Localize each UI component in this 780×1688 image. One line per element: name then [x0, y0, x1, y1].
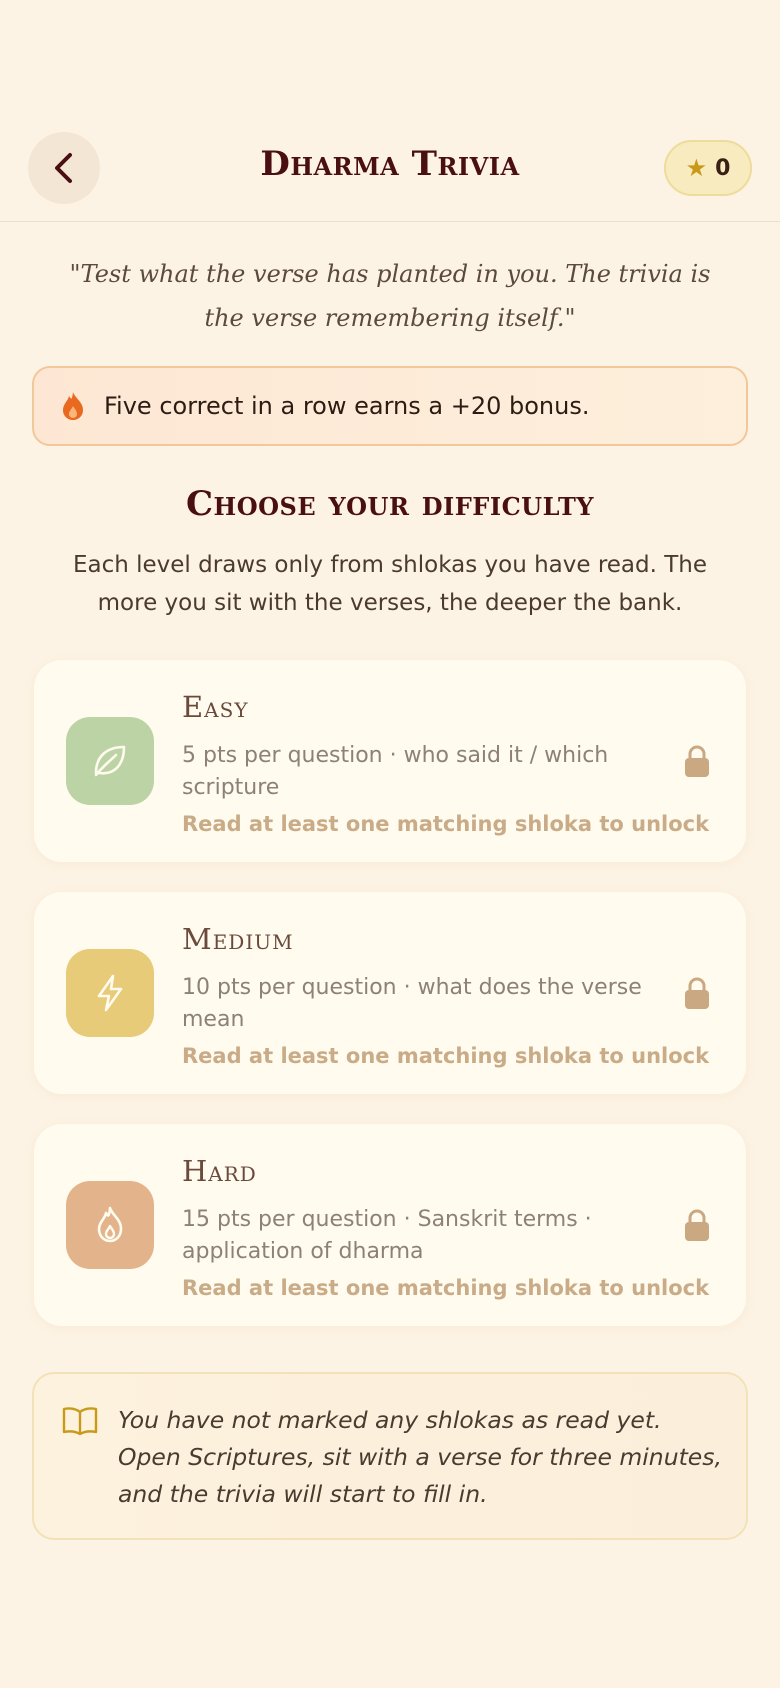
lock-icon: [685, 745, 709, 777]
lightning-icon: [97, 974, 123, 1012]
flame-icon: [97, 1206, 123, 1243]
lock-icon: [685, 977, 709, 1009]
no-shlokas-notice: You have not marked any shlokas as read …: [32, 1372, 748, 1540]
unlock-hint: Read at least one matching shloka to unl…: [182, 1276, 710, 1300]
section-subtitle: Each level draws only from shlokas you h…: [72, 552, 708, 616]
easy-icon-tile: [66, 717, 154, 805]
difficulty-card-hard[interactable]: Hard 15 pts per question · Sanskrit term…: [34, 1124, 746, 1326]
difficulty-name: Hard: [182, 1154, 257, 1188]
points-badge[interactable]: ★ 0: [664, 140, 752, 196]
lock-icon: [685, 1209, 709, 1241]
streak-bonus-text: Five correct in a row earns a +20 bonus.: [104, 392, 590, 420]
section-title: Choose your difficulty: [185, 484, 595, 524]
page-title: Dharma Trivia: [260, 144, 520, 184]
difficulty-card-easy[interactable]: Easy 5 pts per question · who said it / …: [34, 660, 746, 862]
hard-icon-tile: [66, 1181, 154, 1269]
unlock-hint: Read at least one matching shloka to unl…: [182, 812, 710, 836]
intro-quote: "Test what the verse has planted in you.…: [69, 260, 711, 332]
difficulty-name: Easy: [182, 690, 249, 724]
medium-icon-tile: [66, 949, 154, 1037]
app-header: Dharma Trivia ★ 0: [0, 0, 780, 222]
points-value: 0: [715, 155, 731, 181]
open-book-icon: [62, 1407, 98, 1436]
notice-text: You have not marked any shlokas as read …: [118, 1406, 722, 1508]
flame-icon: [63, 392, 83, 420]
difficulty-name: Medium: [182, 922, 294, 956]
star-icon: ★: [685, 154, 708, 182]
leaf-icon: [94, 745, 126, 777]
unlock-hint: Read at least one matching shloka to unl…: [182, 1044, 710, 1068]
difficulty-card-medium[interactable]: Medium 10 pts per question · what does t…: [34, 892, 746, 1094]
difficulty-description: 10 pts per question · what does the vers…: [182, 975, 642, 1032]
streak-bonus-banner: Five correct in a row earns a +20 bonus.: [32, 366, 748, 446]
difficulty-description: 5 pts per question · who said it / which…: [182, 743, 609, 800]
difficulty-description: 15 pts per question · Sanskrit terms · a…: [182, 1207, 592, 1264]
